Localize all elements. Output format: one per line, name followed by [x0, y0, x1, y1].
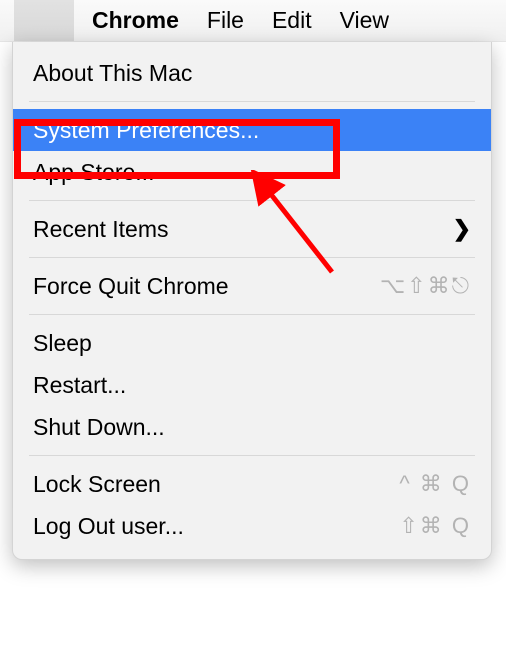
menu-label: Sleep — [33, 330, 92, 357]
menubar: Chrome File Edit View — [0, 0, 506, 42]
apple-dropdown: About This Mac System Preferences... App… — [12, 42, 492, 560]
menu-divider — [29, 314, 475, 315]
menu-edit[interactable]: Edit — [272, 7, 312, 34]
menu-divider — [29, 200, 475, 201]
menu-label: Lock Screen — [33, 471, 161, 498]
shortcut-label: ^ ⌘ Q — [399, 471, 471, 497]
menu-divider — [29, 101, 475, 102]
menu-item-about-mac[interactable]: About This Mac — [13, 52, 491, 94]
menu-label: Restart... — [33, 372, 126, 399]
menu-item-recent-items[interactable]: Recent Items ❯ — [13, 208, 491, 250]
menu-item-system-preferences[interactable]: System Preferences... — [13, 109, 491, 151]
shortcut-label: ⇧⌘ Q — [399, 513, 471, 539]
apple-menu-button[interactable] — [14, 0, 74, 41]
menu-label: Log Out user... — [33, 513, 184, 540]
menu-label: Force Quit Chrome — [33, 273, 229, 300]
app-menu-chrome[interactable]: Chrome — [92, 7, 179, 34]
menu-item-app-store[interactable]: App Store... — [13, 151, 491, 193]
menu-divider — [29, 257, 475, 258]
menu-label: Recent Items — [33, 216, 169, 243]
menu-item-log-out[interactable]: Log Out user... ⇧⌘ Q — [13, 505, 491, 547]
menu-item-shutdown[interactable]: Shut Down... — [13, 406, 491, 448]
menu-view[interactable]: View — [340, 7, 389, 34]
menu-item-force-quit[interactable]: Force Quit Chrome ⌥⇧⌘⎋ — [13, 265, 491, 307]
menu-item-sleep[interactable]: Sleep — [13, 322, 491, 364]
menu-label: About This Mac — [33, 60, 192, 87]
menu-divider — [29, 455, 475, 456]
menu-file[interactable]: File — [207, 7, 244, 34]
menu-item-lock-screen[interactable]: Lock Screen ^ ⌘ Q — [13, 463, 491, 505]
menu-label: Shut Down... — [33, 414, 165, 441]
menu-label: System Preferences... — [33, 117, 259, 144]
menu-item-restart[interactable]: Restart... — [13, 364, 491, 406]
chevron-right-icon: ❯ — [453, 216, 471, 242]
menu-label: App Store... — [33, 159, 154, 186]
shortcut-label: ⌥⇧⌘⎋ — [380, 273, 471, 299]
